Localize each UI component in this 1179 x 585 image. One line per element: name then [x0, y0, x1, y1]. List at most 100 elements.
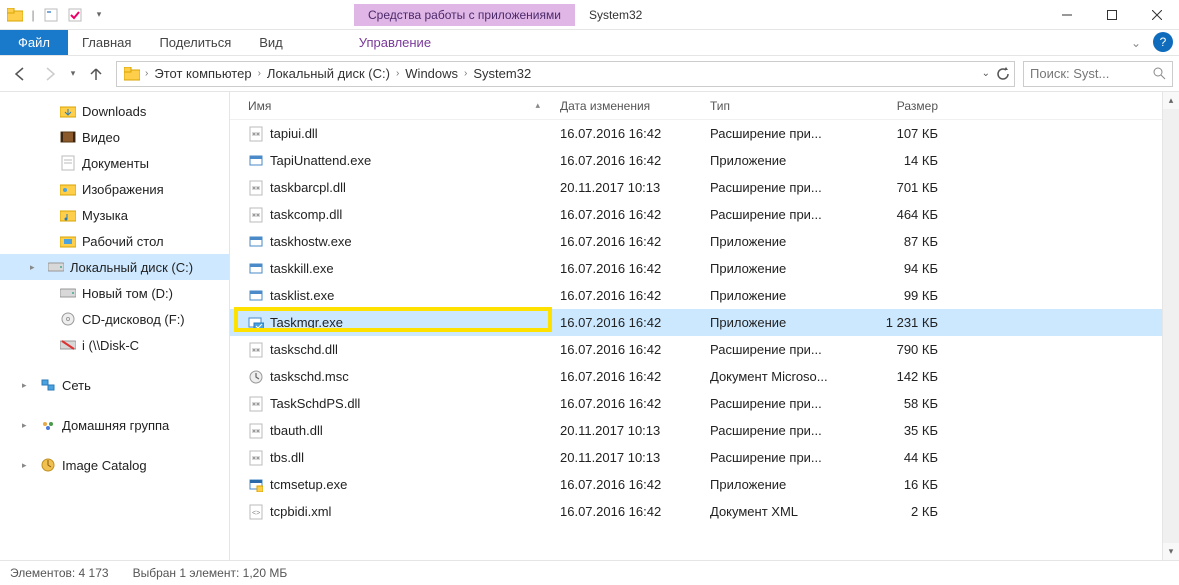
address-folder-icon [121, 63, 143, 85]
crumb-sep-icon[interactable]: › [394, 68, 401, 79]
file-row[interactable]: tasklist.exe16.07.2016 16:42Приложение99… [230, 282, 1162, 309]
file-row[interactable]: TaskSchdPS.dll16.07.2016 16:42Расширение… [230, 390, 1162, 417]
file-type: Расширение при... [710, 450, 860, 465]
file-name: tbauth.dll [270, 423, 323, 438]
file-row[interactable]: taskschd.dll16.07.2016 16:42Расширение п… [230, 336, 1162, 363]
file-row[interactable]: taskhostw.exe16.07.2016 16:42Приложение8… [230, 228, 1162, 255]
file-type: Приложение [710, 153, 860, 168]
ribbon-expand-icon[interactable]: ⌄ [1125, 30, 1147, 55]
col-type[interactable]: Тип [710, 99, 860, 113]
file-row[interactable]: <>tcpbidi.xml16.07.2016 16:42Документ XM… [230, 498, 1162, 525]
file-date: 16.07.2016 16:42 [560, 261, 710, 276]
maximize-button[interactable] [1089, 0, 1134, 30]
col-name[interactable]: Имя [248, 99, 271, 113]
crumb-system32[interactable]: System32 [469, 64, 535, 83]
chevron-right-icon: ▸ [22, 420, 34, 431]
file-icon [248, 153, 264, 169]
file-type: Расширение при... [710, 342, 860, 357]
file-row[interactable]: taskkill.exe16.07.2016 16:42Приложение94… [230, 255, 1162, 282]
help-icon[interactable]: ? [1153, 32, 1173, 52]
crumb-sep-icon[interactable]: › [256, 68, 263, 79]
sidebar-item-desktop[interactable]: Рабочий стол [0, 228, 229, 254]
file-size: 14 КБ [860, 153, 950, 168]
search-input[interactable]: Поиск: Syst... [1023, 61, 1173, 87]
crumb-windows[interactable]: Windows [401, 64, 462, 83]
qat-dropdown-icon[interactable]: ▾ [88, 4, 110, 26]
nav-up-button[interactable] [82, 60, 110, 88]
column-headers[interactable]: Имя▴ Дата изменения Тип Размер [230, 92, 1162, 120]
crumb-this-pc[interactable]: Этот компьютер [150, 64, 255, 83]
crumb-sep-icon[interactable]: › [462, 68, 469, 79]
svg-text:<>: <> [252, 510, 260, 517]
tab-manage[interactable]: Управление [345, 30, 445, 55]
sidebar-group-network[interactable]: ▸Сеть [0, 372, 229, 398]
file-tab[interactable]: Файл [0, 30, 68, 55]
file-icon [248, 207, 264, 223]
file-name: tcpbidi.xml [270, 504, 331, 519]
music-icon [60, 207, 76, 223]
file-size: 99 КБ [860, 288, 950, 303]
qat-properties-icon[interactable] [40, 4, 62, 26]
file-row[interactable]: taskcomp.dll16.07.2016 16:42Расширение п… [230, 201, 1162, 228]
sidebar-item-music[interactable]: Музыка [0, 202, 229, 228]
file-date: 16.07.2016 16:42 [560, 369, 710, 384]
sidebar-item-cd[interactable]: CD-дисковод (F:) [0, 306, 229, 332]
file-size: 1 231 КБ [860, 315, 950, 330]
file-type: Расширение при... [710, 126, 860, 141]
disk-icon [48, 259, 64, 275]
homegroup-icon [40, 417, 56, 433]
qat-check-icon[interactable] [64, 4, 86, 26]
tab-view[interactable]: Вид [245, 30, 297, 55]
sidebar-group-homegroup[interactable]: ▸Домашняя группа [0, 412, 229, 438]
catalog-icon [40, 457, 56, 473]
sidebar-item-label: Рабочий стол [82, 234, 164, 249]
sidebar-item-documents[interactable]: Документы [0, 150, 229, 176]
sidebar-item-disk[interactable]: ▸Локальный диск (C:) [0, 254, 229, 280]
minimize-button[interactable] [1044, 0, 1089, 30]
col-date[interactable]: Дата изменения [560, 99, 710, 113]
file-date: 16.07.2016 16:42 [560, 234, 710, 249]
crumb-disk-c[interactable]: Локальный диск (C:) [263, 64, 394, 83]
sidebar-group-catalog[interactable]: ▸Image Catalog [0, 452, 229, 478]
file-row[interactable]: tbs.dll20.11.2017 10:13Расширение при...… [230, 444, 1162, 471]
sidebar-item-pictures[interactable]: Изображения [0, 176, 229, 202]
sidebar-item-net-off[interactable]: i (\\Disk-C [0, 332, 229, 358]
file-name: taskschd.dll [270, 342, 338, 357]
file-date: 20.11.2017 10:13 [560, 423, 710, 438]
scroll-up-button[interactable]: ▴ [1163, 92, 1179, 109]
sidebar-item-label: Новый том (D:) [82, 286, 173, 301]
col-size[interactable]: Размер [860, 99, 950, 113]
nav-recent-dropdown[interactable]: ▾ [66, 60, 80, 88]
file-size: 35 КБ [860, 423, 950, 438]
file-icon [248, 342, 264, 358]
file-row[interactable]: TapiUnattend.exe16.07.2016 16:42Приложен… [230, 147, 1162, 174]
file-row[interactable]: tbauth.dll20.11.2017 10:13Расширение при… [230, 417, 1162, 444]
file-name: taskhostw.exe [270, 234, 352, 249]
file-row[interactable]: taskschd.msc16.07.2016 16:42Документ Mic… [230, 363, 1162, 390]
close-button[interactable] [1134, 0, 1179, 30]
sidebar-item-video[interactable]: Видео [0, 124, 229, 150]
file-row[interactable]: Taskmgr.exe16.07.2016 16:42Приложение1 2… [230, 309, 1162, 336]
sidebar-item-downloads[interactable]: Downloads [0, 98, 229, 124]
file-row[interactable]: tapiui.dll16.07.2016 16:42Расширение при… [230, 120, 1162, 147]
file-row[interactable]: taskbarcpl.dll20.11.2017 10:13Расширение… [230, 174, 1162, 201]
file-size: 464 КБ [860, 207, 950, 222]
address-bar[interactable]: › Этот компьютер › Локальный диск (C:) ›… [116, 61, 1015, 87]
nav-forward-button[interactable] [36, 60, 64, 88]
scroll-down-button[interactable]: ▾ [1163, 543, 1179, 560]
tab-home[interactable]: Главная [68, 30, 145, 55]
cd-icon [60, 311, 76, 327]
crumb-sep-icon[interactable]: › [143, 68, 150, 79]
explorer-icon [4, 4, 26, 26]
file-row[interactable]: tcmsetup.exe16.07.2016 16:42Приложение16… [230, 471, 1162, 498]
sidebar-item-label: CD-дисковод (F:) [82, 312, 185, 327]
address-dropdown-icon[interactable]: ⌄ [982, 68, 990, 79]
file-size: 701 КБ [860, 180, 950, 195]
nav-back-button[interactable] [6, 60, 34, 88]
status-selection: Выбран 1 элемент: 1,20 МБ [133, 566, 288, 580]
file-type: Расширение при... [710, 207, 860, 222]
sidebar-item-disk[interactable]: Новый том (D:) [0, 280, 229, 306]
file-size: 44 КБ [860, 450, 950, 465]
tab-share[interactable]: Поделиться [145, 30, 245, 55]
refresh-icon[interactable] [996, 67, 1010, 81]
